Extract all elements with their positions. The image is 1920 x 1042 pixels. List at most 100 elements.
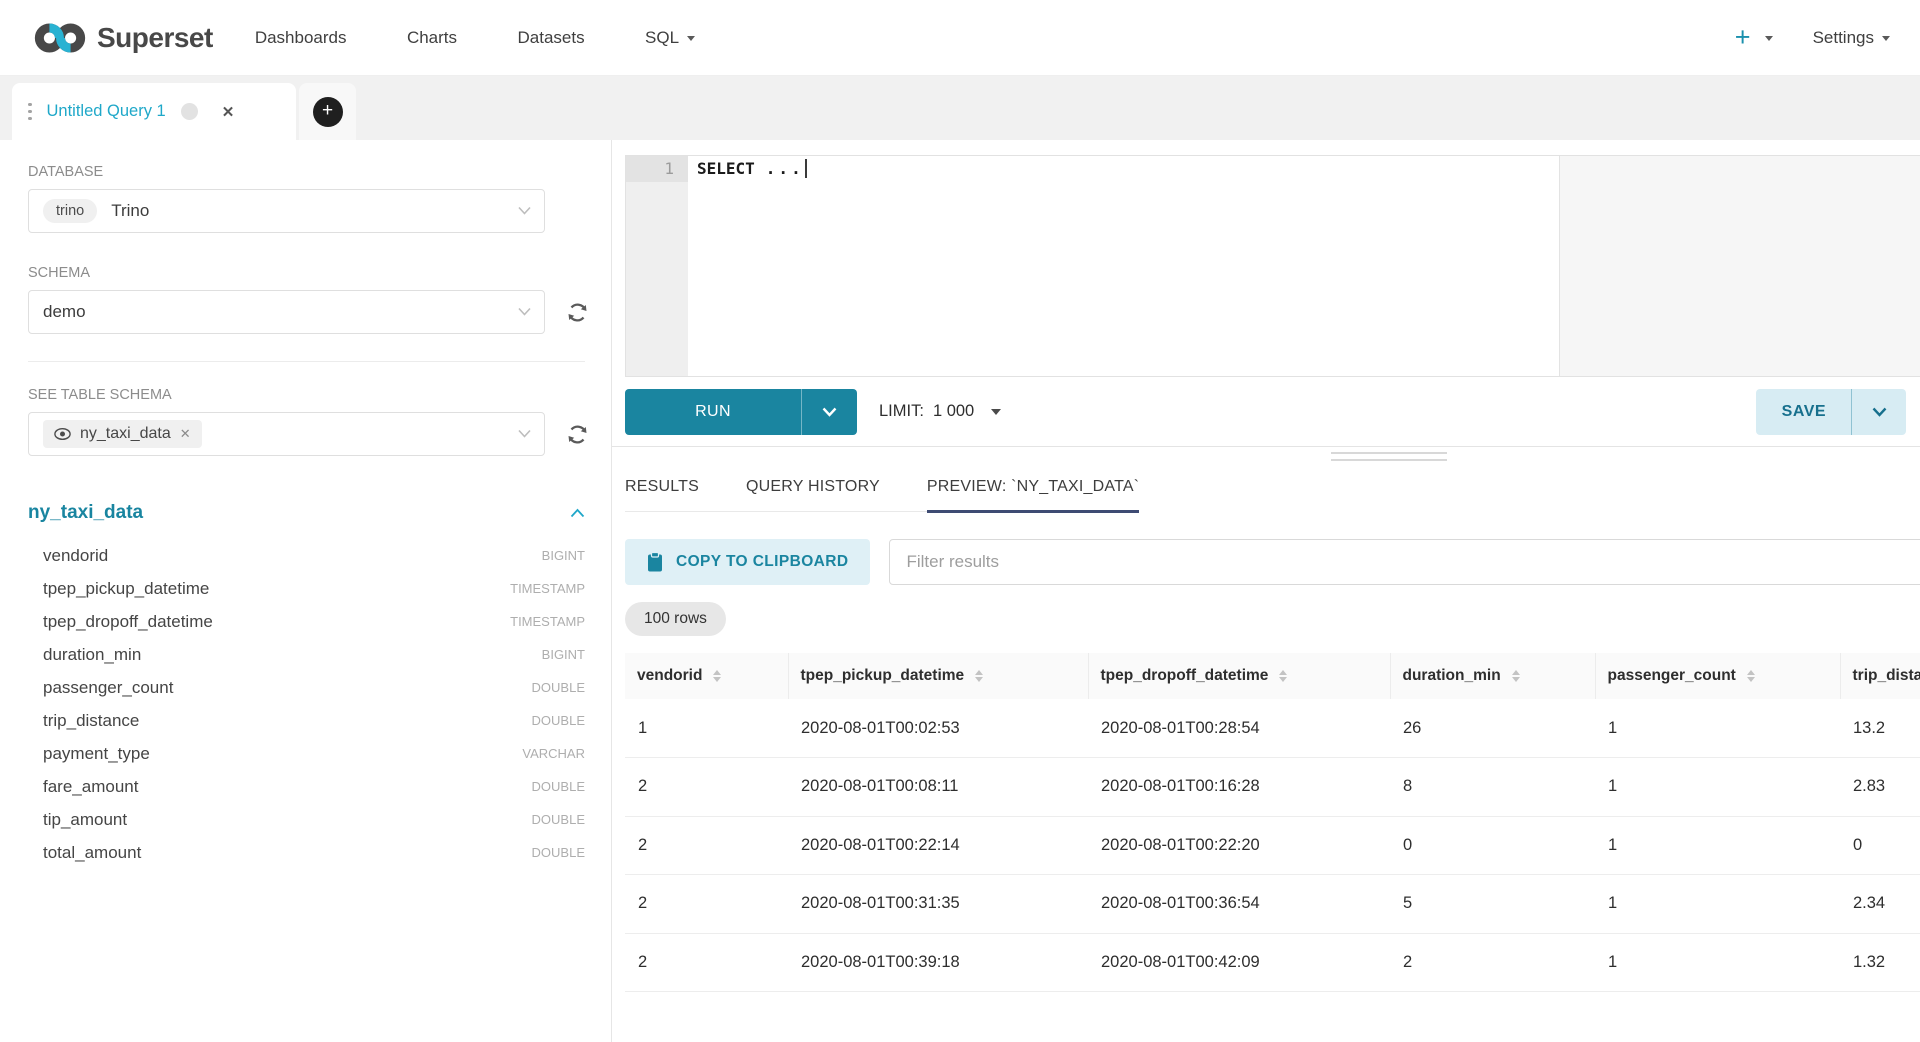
schema-label: SCHEMA — [28, 265, 611, 281]
nav-dashboards[interactable]: Dashboards — [255, 28, 347, 48]
selected-table-tag[interactable]: ny_taxi_data ✕ — [43, 420, 202, 448]
plus-icon: + — [313, 97, 343, 127]
chevron-up-icon[interactable] — [570, 508, 585, 518]
sort-icon[interactable] — [1747, 670, 1755, 683]
run-button[interactable]: RUN — [625, 389, 801, 435]
table-schema-panel: ny_taxi_data vendoridBIGINT tpep_pickup_… — [28, 502, 585, 869]
table-row[interactable]: 22020-08-01T00:39:182020-08-01T00:42:092… — [625, 933, 1920, 992]
save-button[interactable]: SAVE — [1756, 389, 1851, 435]
results-tabbar: RESULTS QUERY HISTORY PREVIEW: `NY_TAXI_… — [625, 468, 1139, 512]
table-schema-label: SEE TABLE SCHEMA — [28, 387, 611, 403]
nav-datasets[interactable]: Datasets — [517, 28, 584, 48]
schema-value: demo — [43, 302, 86, 322]
query-tab-active[interactable]: Untitled Query 1 ✕ — [12, 83, 296, 140]
settings-menu[interactable]: Settings — [1813, 28, 1890, 48]
chevron-down-icon — [1882, 36, 1890, 41]
sql-workspace: 1 SELECT... RUN LIMIT: 1 000 SAVE — [612, 140, 1920, 1042]
sqllab-sidebar: DATABASE trino Trino SCHEMA demo — [0, 140, 612, 1042]
table-column-row: vendoridBIGINT — [28, 539, 585, 572]
table-columns-list: vendoridBIGINT tpep_pickup_datetimeTIMES… — [28, 539, 585, 869]
copy-to-clipboard-label: COPY TO CLIPBOARD — [676, 553, 848, 571]
nav-charts[interactable]: Charts — [407, 28, 457, 48]
chevron-down-icon — [518, 429, 531, 438]
results-header-row: vendorid tpep_pickup_datetime tpep_dropo… — [625, 653, 1920, 699]
table-tag-label: ny_taxi_data — [80, 425, 171, 443]
query-tab-title[interactable]: Untitled Query 1 — [47, 102, 166, 121]
nav-sql[interactable]: SQL — [645, 28, 695, 48]
col-header-tpep-pickup-datetime[interactable]: tpep_pickup_datetime — [788, 653, 1088, 699]
tab-results[interactable]: RESULTS — [625, 468, 699, 513]
main-nav: Dashboards Charts Datasets SQL — [255, 28, 751, 48]
remove-table-icon[interactable]: ✕ — [180, 426, 191, 442]
save-options-button[interactable] — [1852, 389, 1906, 435]
table-row[interactable]: 12020-08-01T00:02:532020-08-01T00:28:542… — [625, 699, 1920, 758]
col-header-passenger-count[interactable]: passenger_count — [1595, 653, 1840, 699]
sort-icon[interactable] — [1512, 670, 1520, 683]
top-navbar: Superset Dashboards Charts Datasets SQL … — [0, 0, 1920, 76]
tab-drag-handle-icon[interactable] — [28, 103, 32, 121]
table-column-row: trip_distanceDOUBLE — [28, 704, 585, 737]
database-label: DATABASE — [28, 164, 611, 180]
add-query-tab[interactable]: + — [299, 83, 356, 140]
run-split-button[interactable]: RUN — [625, 389, 857, 435]
table-schema-header[interactable]: ny_taxi_data — [28, 502, 585, 524]
table-column-row: tpep_pickup_datetimeTIMESTAMP — [28, 572, 585, 605]
table-column-row: payment_typeVARCHAR — [28, 737, 585, 770]
sql-keyword: SELECT — [697, 159, 755, 178]
eye-icon — [54, 428, 71, 440]
editor-gutter: 1 — [626, 156, 688, 376]
row-count-badge: 100 rows — [625, 602, 726, 636]
run-options-button[interactable] — [802, 389, 857, 435]
editor-toolbar: RUN LIMIT: 1 000 SAVE — [612, 377, 1920, 447]
table-column-row: fare_amountDOUBLE — [28, 770, 585, 803]
results-panel: RESULTS QUERY HISTORY PREVIEW: `NY_TAXI_… — [612, 468, 1920, 992]
query-tabstrip: Untitled Query 1 ✕ + — [0, 76, 1920, 140]
tab-preview-ny-taxi-data[interactable]: PREVIEW: `NY_TAXI_DATA` — [927, 468, 1139, 513]
caret-down-icon — [991, 409, 1001, 415]
line-number: 1 — [626, 156, 688, 182]
filter-results-input[interactable] — [889, 539, 1920, 585]
chevron-down-icon — [518, 206, 531, 215]
superset-brand[interactable]: Superset — [34, 20, 213, 56]
database-select[interactable]: trino Trino — [28, 189, 545, 233]
copy-to-clipboard-button[interactable]: COPY TO CLIPBOARD — [625, 539, 870, 585]
tab-query-history[interactable]: QUERY HISTORY — [746, 468, 880, 513]
schema-select[interactable]: demo — [28, 290, 545, 334]
sql-code-rest: ... — [766, 159, 804, 178]
refresh-tables-icon[interactable] — [564, 421, 591, 448]
limit-dropdown[interactable]: LIMIT: 1 000 — [879, 402, 1001, 421]
table-column-row: total_amountDOUBLE — [28, 836, 585, 869]
text-cursor — [805, 159, 807, 178]
editor-print-margin — [1559, 156, 1920, 376]
table-row[interactable]: 22020-08-01T00:08:112020-08-01T00:16:288… — [625, 758, 1920, 817]
limit-label: LIMIT: — [879, 402, 924, 421]
col-header-duration-min[interactable]: duration_min — [1390, 653, 1595, 699]
col-header-vendorid[interactable]: vendorid — [625, 653, 788, 699]
database-value: Trino — [111, 201, 149, 221]
limit-value: 1 000 — [933, 402, 974, 421]
editor-code[interactable]: SELECT... — [688, 156, 807, 376]
chevron-down-icon — [518, 307, 531, 316]
table-row[interactable]: 22020-08-01T00:22:142020-08-01T00:22:200… — [625, 816, 1920, 875]
table-column-row: passenger_countDOUBLE — [28, 671, 585, 704]
results-table: vendorid tpep_pickup_datetime tpep_dropo… — [625, 653, 1920, 992]
database-engine-pill: trino — [43, 199, 97, 223]
table-row[interactable]: 22020-08-01T00:31:352020-08-01T00:36:545… — [625, 875, 1920, 934]
refresh-schema-icon[interactable] — [564, 299, 591, 326]
chevron-down-icon — [687, 36, 695, 41]
sort-icon[interactable] — [1279, 670, 1287, 683]
new-item-button[interactable]: + — [1735, 24, 1773, 51]
clipboard-icon — [647, 552, 663, 572]
close-tab-icon[interactable]: ✕ — [222, 103, 235, 121]
plus-icon: + — [1735, 24, 1751, 51]
col-header-tpep-dropoff-datetime[interactable]: tpep_dropoff_datetime — [1088, 653, 1390, 699]
sql-editor[interactable]: 1 SELECT... — [625, 155, 1920, 377]
col-header-trip-distance[interactable]: trip_distance — [1840, 653, 1920, 699]
sort-icon[interactable] — [713, 670, 721, 683]
table-column-row: tip_amountDOUBLE — [28, 803, 585, 836]
sort-icon[interactable] — [975, 670, 983, 683]
save-split-button[interactable]: SAVE — [1756, 389, 1906, 435]
table-column-row: tpep_dropoff_datetimeTIMESTAMP — [28, 605, 585, 638]
pane-resize-handle[interactable] — [1331, 452, 1447, 461]
table-select[interactable]: ny_taxi_data ✕ — [28, 412, 545, 456]
